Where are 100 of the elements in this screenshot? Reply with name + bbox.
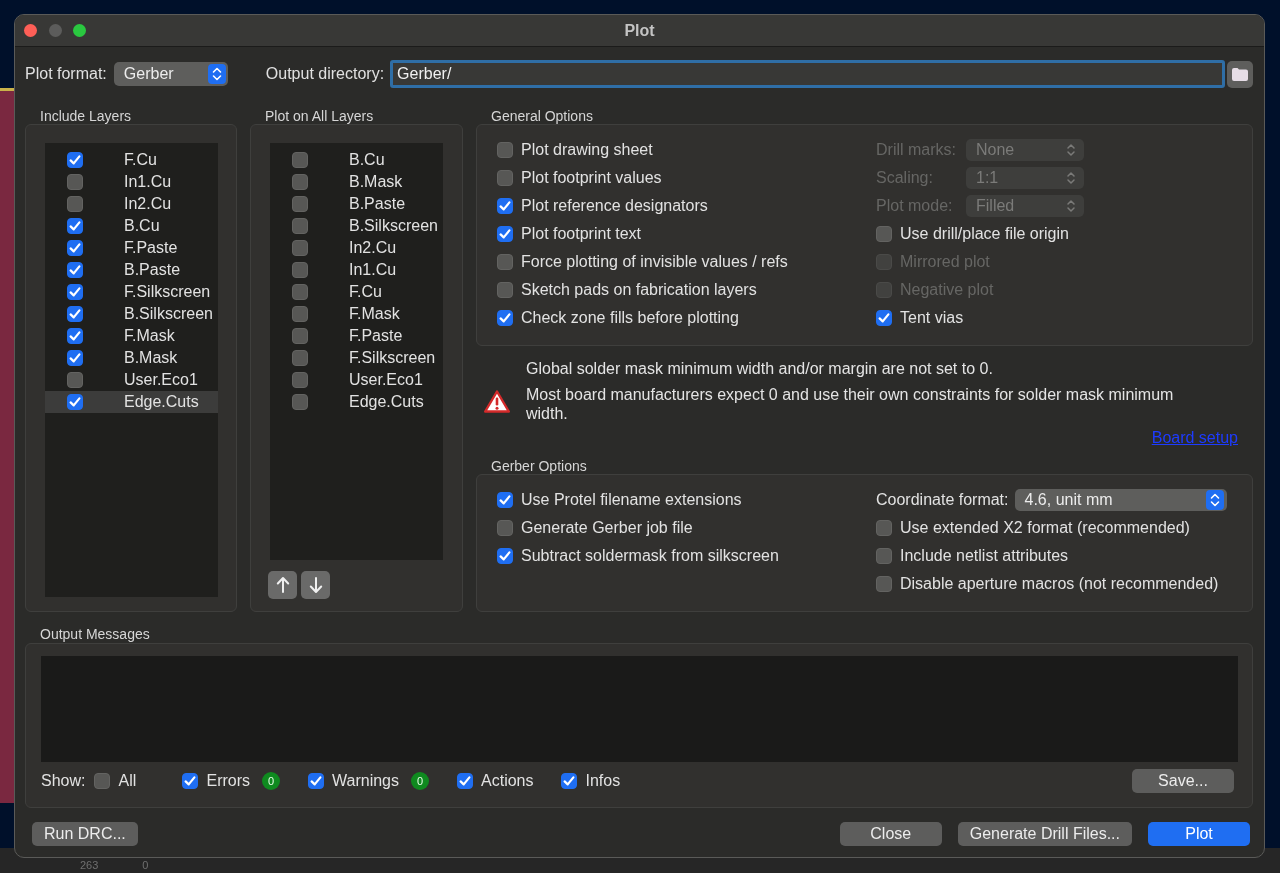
save-button[interactable]: Save... — [1132, 769, 1234, 793]
layer-list-item[interactable]: F.Silkscreen — [45, 281, 218, 303]
layer-list-item[interactable]: F.Paste — [270, 325, 443, 347]
checkbox-label[interactable]: Use Protel filename extensions — [521, 491, 742, 509]
layer-list-item[interactable]: F.Silkscreen — [270, 347, 443, 369]
layer-list-item[interactable]: F.Paste — [45, 237, 218, 259]
layer-list-item[interactable]: F.Cu — [270, 281, 443, 303]
dropdown[interactable]: Gerber — [113, 62, 228, 86]
checkbox[interactable] — [182, 773, 199, 789]
checkbox[interactable] — [67, 306, 83, 322]
checkbox[interactable] — [497, 226, 513, 242]
output-directory-field[interactable]: Gerber/ — [390, 60, 1225, 88]
checkbox[interactable] — [497, 142, 513, 158]
checkbox-label[interactable]: Include netlist attributes — [900, 547, 1069, 565]
layer-list-item[interactable]: In2.Cu — [45, 193, 218, 215]
checkbox[interactable] — [876, 520, 892, 536]
checkbox-label[interactable]: Use drill/place file origin — [900, 225, 1069, 243]
zoom-window-button[interactable] — [73, 24, 86, 37]
layer-list-item[interactable]: In1.Cu — [270, 259, 443, 281]
checkbox[interactable] — [497, 310, 513, 326]
checkbox[interactable] — [292, 306, 308, 322]
layer-list-item[interactable]: User.Eco1 — [270, 369, 443, 391]
checkbox[interactable] — [67, 218, 83, 234]
layer-list-item[interactable]: B.Cu — [270, 149, 443, 171]
browse-button[interactable] — [1227, 60, 1253, 88]
checkbox[interactable] — [561, 773, 578, 789]
checkbox-label[interactable]: Plot footprint values — [521, 169, 662, 187]
dialog-button[interactable]: Generate Drill Files... — [957, 822, 1132, 846]
layer-list-item[interactable]: B.Paste — [270, 193, 443, 215]
checkbox[interactable] — [876, 548, 892, 564]
checkbox-label[interactable]: Plot reference designators — [521, 197, 708, 215]
checkbox-label[interactable]: Errors — [206, 772, 251, 790]
dialog-button[interactable]: Close — [839, 822, 942, 846]
checkbox[interactable] — [292, 152, 308, 168]
checkbox-label[interactable]: Plot footprint text — [521, 225, 642, 243]
layer-list-item[interactable]: F.Mask — [45, 325, 218, 347]
checkbox[interactable] — [292, 196, 308, 212]
layer-list-item[interactable]: Edge.Cuts — [45, 391, 218, 413]
checkbox[interactable] — [67, 284, 83, 300]
checkbox[interactable] — [67, 240, 83, 256]
checkbox[interactable] — [876, 576, 892, 592]
checkbox-label[interactable]: Check zone fills before plotting — [521, 309, 739, 327]
checkbox[interactable] — [876, 310, 892, 326]
checkbox[interactable] — [67, 350, 83, 366]
checkbox[interactable] — [876, 226, 892, 242]
checkbox[interactable] — [497, 254, 513, 270]
layer-list-item[interactable]: Edge.Cuts — [270, 391, 443, 413]
checkbox[interactable] — [67, 372, 83, 388]
checkbox-label[interactable]: Actions — [481, 772, 534, 790]
close-window-button[interactable] — [24, 24, 37, 37]
checkbox[interactable] — [67, 174, 83, 190]
checkbox[interactable] — [292, 240, 308, 256]
checkbox-label[interactable]: Generate Gerber job file — [521, 519, 693, 537]
checkbox[interactable] — [497, 548, 513, 564]
minimize-window-button[interactable] — [48, 24, 62, 37]
checkbox[interactable] — [67, 196, 83, 212]
layer-list-item[interactable]: B.Mask — [45, 347, 218, 369]
checkbox-label[interactable]: Sketch pads on fabrication layers — [521, 281, 757, 299]
checkbox[interactable] — [292, 218, 308, 234]
checkbox-label[interactable]: Warnings — [332, 772, 399, 790]
checkbox-label[interactable]: All — [118, 772, 137, 790]
checkbox-label[interactable]: Force plotting of invisible values / refs — [521, 253, 788, 271]
checkbox-label[interactable]: Infos — [585, 772, 621, 790]
checkbox[interactable] — [497, 520, 513, 536]
checkbox-label[interactable]: Subtract soldermask from silkscreen — [521, 547, 779, 565]
checkbox[interactable] — [67, 262, 83, 278]
checkbox[interactable] — [67, 394, 83, 410]
move-up-button[interactable] — [268, 571, 297, 599]
layer-list-item[interactable]: F.Mask — [270, 303, 443, 325]
dropdown[interactable]: 4.6, unit mm — [1014, 489, 1227, 511]
layer-list-item[interactable]: B.Paste — [45, 259, 218, 281]
checkbox[interactable] — [292, 328, 308, 344]
checkbox[interactable] — [308, 773, 325, 789]
checkbox[interactable] — [292, 262, 308, 278]
checkbox[interactable] — [292, 372, 308, 388]
checkbox-label[interactable]: Disable aperture macros (not recommended) — [900, 575, 1219, 593]
layer-list-item[interactable]: B.Mask — [270, 171, 443, 193]
checkbox[interactable] — [292, 174, 308, 190]
checkbox[interactable] — [292, 394, 308, 410]
checkbox[interactable] — [292, 284, 308, 300]
checkbox[interactable] — [497, 170, 513, 186]
checkbox[interactable] — [497, 282, 513, 298]
layer-list-item[interactable]: B.Silkscreen — [270, 215, 443, 237]
checkbox-label[interactable]: Use extended X2 format (recommended) — [900, 519, 1190, 537]
checkbox[interactable] — [292, 350, 308, 366]
checkbox-label[interactable]: Plot drawing sheet — [521, 141, 653, 159]
layer-list-item[interactable]: In1.Cu — [45, 171, 218, 193]
checkbox[interactable] — [497, 198, 513, 214]
checkbox[interactable] — [67, 152, 83, 168]
checkbox-label[interactable]: Tent vias — [900, 309, 964, 327]
layer-list-item[interactable]: In2.Cu — [270, 237, 443, 259]
layer-list-item[interactable]: User.Eco1 — [45, 369, 218, 391]
layer-list-item[interactable]: B.Silkscreen — [45, 303, 218, 325]
checkbox[interactable] — [457, 773, 473, 789]
primary-button[interactable]: Plot — [1148, 822, 1250, 846]
move-down-button[interactable] — [301, 571, 330, 599]
dialog-button[interactable]: Run DRC... — [32, 822, 138, 846]
checkbox[interactable] — [94, 773, 111, 789]
layer-list-item[interactable]: B.Cu — [45, 215, 218, 237]
layer-list-item[interactable]: F.Cu — [45, 149, 218, 171]
